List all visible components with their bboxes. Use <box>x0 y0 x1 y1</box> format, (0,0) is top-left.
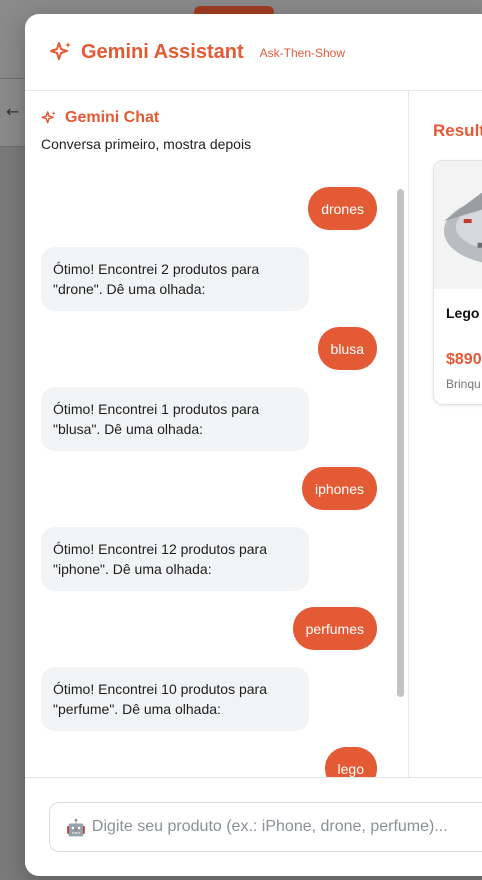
sparkle-icon <box>41 111 56 124</box>
product-card[interactable]: Lego Millen $890 Brinqu <box>433 160 482 405</box>
assistant-modal: Gemini Assistant Ask-Then-Show Gemini Ch… <box>25 14 482 876</box>
results-title: Result <box>433 121 482 140</box>
modal-title: Gemini Assistant <box>81 40 244 63</box>
bot-message: Ótimo! Encontrei 10 produtos para "perfu… <box>41 667 309 731</box>
sparkle-icon <box>50 42 71 60</box>
bot-message: Ótimo! Encontrei 1 produtos para "blusa"… <box>41 387 309 451</box>
chat-subtitle: Conversa primeiro, mostra depois <box>41 136 252 152</box>
user-message: blusa <box>317 327 377 370</box>
input-placeholder: Digite seu produto (ex.: iPhone, drone, … <box>91 818 448 835</box>
modal-header: Gemini Assistant Ask-Then-Show <box>25 14 482 91</box>
product-price: $890 <box>446 351 482 368</box>
user-message: lego <box>324 747 377 777</box>
product-category: Brinqu <box>446 377 481 391</box>
input-bar: 🤖 Digite seu produto (ex.: iPhone, drone… <box>25 777 482 876</box>
chat-header: Gemini Chat Conversa primeiro, mostra de… <box>41 109 251 152</box>
user-message: iphones <box>301 467 377 510</box>
product-name: Lego Millen <box>446 305 482 321</box>
chat-scrollbar[interactable] <box>394 187 406 777</box>
chat-panel: Gemini Chat Conversa primeiro, mostra de… <box>25 91 409 777</box>
results-panel: Result Lego Millen $890 Brinqu <box>409 91 482 777</box>
user-message: drones <box>308 187 377 230</box>
product-search-input[interactable]: 🤖 Digite seu produto (ex.: iPhone, drone… <box>49 802 482 852</box>
bot-message: Ótimo! Encontrei 12 produtos para "iphon… <box>41 527 309 591</box>
scrollbar-thumb[interactable] <box>397 189 404 697</box>
back-arrow-icon: ← <box>6 102 20 121</box>
message-list[interactable]: drones Ótimo! Encontrei 2 produtos para … <box>41 187 377 777</box>
robot-icon: 🤖 <box>66 817 86 837</box>
lego-millennium-falcon-image <box>434 161 482 289</box>
bot-message: Ótimo! Encontrei 2 produtos para "drone"… <box>41 247 309 311</box>
user-message: perfumes <box>292 607 377 650</box>
mode-badge: Ask-Then-Show <box>259 46 346 60</box>
chat-title-row: Gemini Chat <box>41 109 251 127</box>
chat-title: Gemini Chat <box>65 109 160 126</box>
